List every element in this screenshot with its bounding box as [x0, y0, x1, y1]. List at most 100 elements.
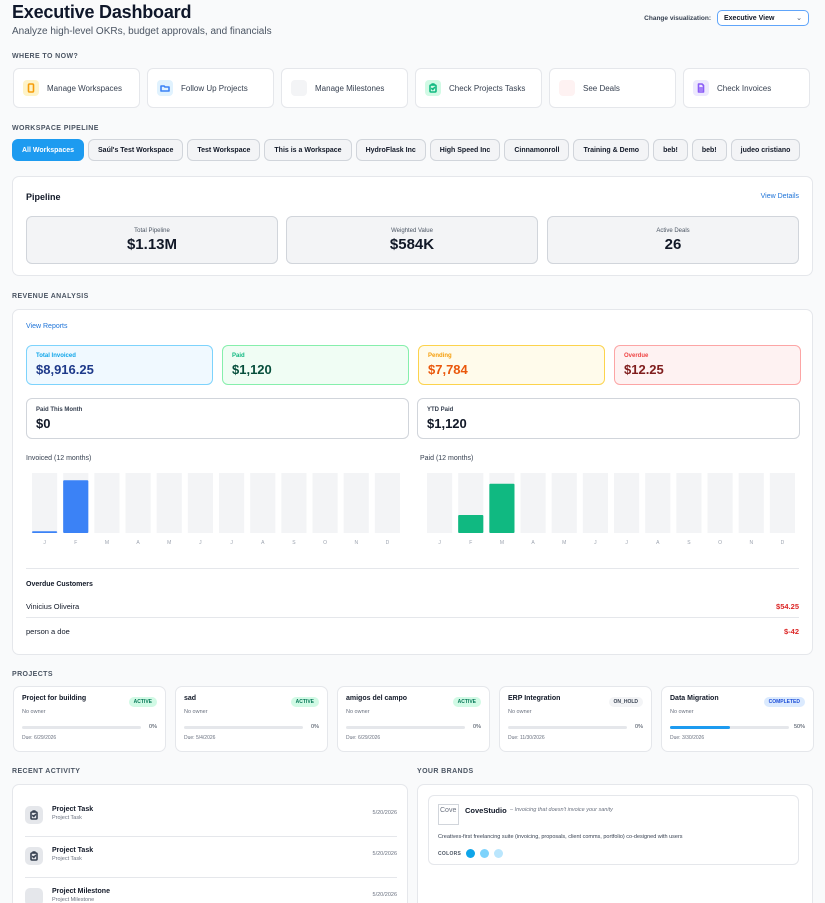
dashboard-page: Executive Dashboard Analyze high-level O…	[0, 0, 825, 903]
bar-track	[281, 473, 307, 533]
workspace-pill[interactable]: Saúl's Test Workspace	[88, 139, 184, 161]
activity-date: 5/20/2026	[372, 810, 397, 816]
milestone-icon	[25, 888, 43, 903]
invoiced-chart-title: Invoiced (12 months)	[26, 455, 92, 462]
section-revenue-analysis: REVENUE ANALYSIS	[12, 293, 89, 300]
x-tick-label: M	[500, 540, 504, 546]
stat-value: 26	[664, 236, 682, 253]
activity-item[interactable]: Project Milestone Project Milestone 5/20/2…	[25, 878, 397, 903]
section-recent-activity: RECENT ACTIVITY	[12, 768, 81, 775]
folder-icon	[157, 80, 173, 96]
activity-title: Project Task	[52, 806, 94, 813]
bar-track	[520, 473, 546, 533]
quick-action-label: Check Invoices	[717, 83, 772, 93]
project-card[interactable]: Data Migration COMPLETED No owner 50% Due: 3…	[661, 686, 814, 752]
visualization-select[interactable]: Executive View ⌄	[717, 10, 809, 26]
bar-track	[551, 473, 577, 533]
project-card[interactable]: Project for building ACTIVE No owner 0% Due:…	[13, 686, 166, 752]
bar-track	[156, 473, 182, 533]
quick-action-button[interactable]: Follow Up Projects	[147, 68, 274, 108]
chevron-down-icon: ⌄	[796, 15, 802, 22]
workspace-pill[interactable]: Training & Demo	[573, 139, 650, 161]
bar[interactable]	[32, 531, 58, 533]
action-icon	[291, 80, 307, 96]
workspace-pill[interactable]: High Speed Inc	[429, 139, 501, 161]
paid-this-month-label: Paid This Month	[36, 407, 83, 413]
overdue-customer-row[interactable]: Vinicius Oliveira $54.25	[26, 596, 799, 618]
activity-item[interactable]: Project Task Project Task 5/20/2026	[25, 796, 397, 837]
workspace-pill[interactable]: This is a Workspace	[264, 139, 352, 161]
workspace-pill[interactable]: Cinnamonroll	[504, 139, 570, 161]
project-owner: No owner	[22, 709, 46, 715]
workspace-pill[interactable]: HydroFlask Inc	[355, 139, 426, 161]
view-details-link[interactable]: View Details	[761, 193, 799, 200]
bar[interactable]	[458, 515, 484, 533]
revenue-card-value: $8,916.25	[36, 362, 94, 377]
bar-track	[250, 473, 276, 533]
workspace-pill[interactable]: beb!	[653, 139, 688, 161]
project-card[interactable]: sad ACTIVE No owner 0% Due: 5/4/2026	[175, 686, 328, 752]
bar-track	[312, 473, 338, 533]
project-owner: No owner	[346, 709, 370, 715]
bar[interactable]	[489, 483, 515, 533]
project-due-date: Due: 11/30/2026	[508, 735, 545, 741]
x-tick-label: J	[199, 540, 202, 546]
status-badge: COMPLETED	[763, 697, 805, 707]
brand-color-swatch	[466, 849, 475, 858]
activity-title: Project Milestone	[52, 888, 110, 895]
brand-colors-label: COLORS	[438, 851, 462, 857]
progress-bar	[670, 726, 789, 729]
status-badge: ACTIVE	[128, 697, 157, 707]
workspace-pill[interactable]: judeo cristiano	[730, 139, 801, 161]
workspace-pill[interactable]: Test Workspace	[187, 139, 261, 161]
quick-action-label: Follow Up Projects	[181, 83, 248, 93]
visualization-switcher: Change visualization: Executive View ⌄	[644, 10, 809, 26]
activity-title: Project Task	[52, 847, 94, 854]
visualization-label: Change visualization:	[644, 14, 711, 22]
x-tick-label: A	[136, 540, 140, 546]
bar[interactable]	[63, 480, 89, 533]
revenue-card-overdue: Overdue $12.25	[614, 345, 801, 385]
bar-track	[769, 473, 795, 533]
workspace-pill[interactable]: beb!	[691, 139, 727, 161]
bar-track	[707, 473, 733, 533]
quick-action-button[interactable]: Manage Milestones	[281, 68, 408, 108]
overdue-customer-row[interactable]: person a doe $-42	[26, 620, 799, 642]
quick-action-label: Manage Milestones	[315, 83, 385, 93]
bar-track	[645, 473, 671, 533]
activity-item[interactable]: Project Task Project Task 5/20/2026	[25, 837, 397, 878]
quick-action-button[interactable]: See Deals	[549, 68, 676, 108]
invoiced-bar-chart: JFMAMJJASOND	[32, 473, 400, 546]
quick-action-button[interactable]: Manage Workspaces	[13, 68, 140, 108]
x-tick-label: J	[625, 540, 628, 546]
visualization-value: Executive View	[724, 14, 775, 22]
paid-bar-chart: JFMAMJJASOND	[427, 473, 795, 546]
view-reports-link[interactable]: View Reports	[26, 323, 68, 330]
progress-bar	[508, 726, 627, 729]
bar-track	[676, 473, 702, 533]
project-card[interactable]: amigos del campo ACTIVE No owner 0% Due: 6/2…	[337, 686, 490, 752]
customer-amount: $-42	[783, 626, 799, 636]
x-tick-label: O	[323, 540, 327, 546]
brand-card[interactable]: Cove CoveStudio – Invoicing that doesn't…	[428, 795, 799, 865]
section-workspace-pipeline: WORKSPACE PIPELINE	[12, 125, 99, 132]
bar-track	[187, 473, 213, 533]
project-owner: No owner	[508, 709, 532, 715]
project-due-date: Due: 6/29/2026	[346, 735, 381, 741]
x-tick-label: M	[562, 540, 566, 546]
x-tick-label: M	[105, 540, 109, 546]
activity-subtitle: Project Task	[52, 856, 82, 862]
x-tick-label: A	[656, 540, 660, 546]
progress-bar	[346, 726, 465, 729]
workspace-pill[interactable]: All Workspaces	[12, 139, 85, 161]
project-card[interactable]: ERP Integration ON_HOLD No owner 0% Due: 11/…	[499, 686, 652, 752]
x-tick-label: A	[261, 540, 265, 546]
tablet-icon	[23, 80, 39, 96]
quick-action-button[interactable]: Check Invoices	[683, 68, 810, 108]
revenue-card-pending: Pending $7,784	[418, 345, 605, 385]
stat-active-deals: Active Deals 26	[547, 216, 799, 264]
revenue-card-value: $12.25	[624, 362, 664, 377]
quick-actions: Manage Workspaces Follow Up Projects Manag…	[13, 68, 810, 108]
quick-action-button[interactable]: Check Projects Tasks	[415, 68, 542, 108]
stat-label: Active Deals	[656, 228, 690, 234]
